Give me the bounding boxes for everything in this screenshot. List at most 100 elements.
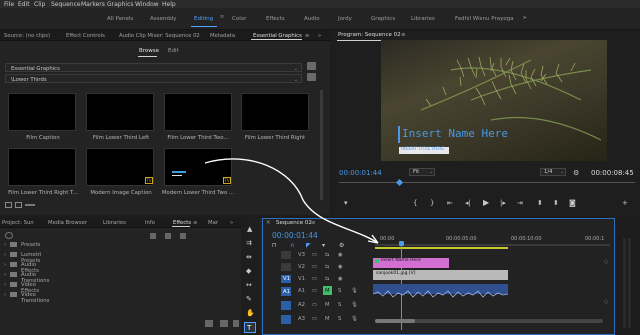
lock-icon[interactable]: ▭: [312, 288, 317, 294]
hand-tool-icon[interactable]: ✋: [246, 310, 255, 317]
mute-button[interactable]: M: [323, 286, 332, 295]
mute-button[interactable]: M: [325, 302, 330, 308]
vertical-scroll-icon[interactable]: ○: [604, 260, 608, 265]
trash-icon[interactable]: [233, 320, 239, 327]
template-thumb-film-lower-third-right[interactable]: [241, 93, 309, 131]
timeline-scrollbar[interactable]: [375, 319, 603, 323]
eg-browse-tab[interactable]: Browse: [139, 48, 159, 55]
timeline-close-icon[interactable]: ✕: [266, 220, 271, 227]
program-video-frame[interactable]: [381, 40, 607, 161]
lift-icon[interactable]: ⬍: [537, 200, 543, 207]
workspace-overflow-button[interactable]: »: [523, 15, 526, 21]
eye-icon[interactable]: ◉: [338, 264, 343, 270]
mark-in-icon[interactable]: {: [413, 200, 417, 207]
time-ruler[interactable]: [375, 244, 610, 246]
workspace-editing[interactable]: Editing: [194, 16, 213, 22]
workspace-menu-icon[interactable]: ≡: [220, 14, 224, 20]
menu-clip[interactable]: Clip: [34, 1, 45, 8]
clip-v1-image[interactable]: sanjook01.jpg [V]: [373, 270, 508, 280]
add-marker-icon[interactable]: ◤: [306, 243, 311, 249]
source-patch-v1[interactable]: V1: [281, 275, 291, 283]
mic-icon[interactable]: 🎙: [351, 316, 358, 322]
32bit-filter-icon[interactable]: [165, 233, 171, 239]
tab-source[interactable]: Source: (no clips): [4, 33, 50, 39]
library-dropdown[interactable]: Essential Graphics ⌄: [5, 63, 302, 72]
step-back-icon[interactable]: ◂|: [465, 200, 471, 207]
menu-file[interactable]: File: [4, 1, 14, 8]
lock-icon[interactable]: ▭: [312, 276, 317, 282]
search-icon[interactable]: [5, 232, 13, 239]
template-thumb-film-caption[interactable]: [8, 93, 76, 131]
marker-icon[interactable]: ▾: [322, 243, 325, 249]
template-thumb-modern-image-caption[interactable]: TV: [86, 148, 154, 186]
sync-lock-icon[interactable]: ⇆: [325, 276, 329, 282]
track-select-tool-icon[interactable]: ⇉: [246, 240, 252, 247]
folder-icon[interactable]: [307, 62, 316, 70]
selection-tool-icon[interactable]: ▲: [247, 226, 252, 233]
camera-icon[interactable]: ◙: [569, 200, 576, 207]
menu-markers[interactable]: Markers: [81, 1, 105, 8]
source-patch-v2[interactable]: [281, 263, 291, 271]
folder-icon[interactable]: [307, 73, 316, 81]
vertical-scroll-icon[interactable]: ○: [604, 300, 608, 305]
go-to-in-icon[interactable]: ⇤: [447, 200, 453, 207]
mic-icon[interactable]: 🎙: [351, 302, 358, 308]
solo-button[interactable]: S: [338, 316, 341, 322]
panel-overflow-icon[interactable]: »: [318, 33, 321, 39]
tab-effect-controls[interactable]: Effect Controls: [66, 33, 105, 39]
pen-tool-icon[interactable]: ✎: [246, 296, 252, 303]
overlay-subtitle-box[interactable]: INSERT TITLE HERE: [399, 147, 449, 154]
list-view-icon[interactable]: [5, 202, 12, 208]
snap-icon[interactable]: ⊓: [272, 243, 277, 249]
mark-out-icon[interactable]: }: [430, 200, 434, 207]
menu-window[interactable]: Window: [135, 1, 159, 8]
play-icon[interactable]: ▶: [483, 199, 489, 207]
eye-icon[interactable]: ◉: [338, 252, 343, 258]
tab-menu-icon[interactable]: ≡: [193, 220, 197, 226]
yuv-filter-icon[interactable]: [180, 233, 186, 239]
tab-libraries[interactable]: Libraries: [103, 220, 126, 226]
workspace-jordy[interactable]: Jordy: [338, 16, 352, 22]
slip-tool-icon[interactable]: ↔: [246, 282, 252, 289]
wrench-icon[interactable]: ⚙: [339, 243, 344, 249]
workspace-graphics[interactable]: Graphics: [371, 16, 395, 22]
eye-icon[interactable]: ◉: [338, 276, 343, 282]
panel-overflow-icon[interactable]: »: [230, 220, 233, 226]
menu-edit[interactable]: Edit: [18, 1, 30, 8]
new-bin-icon[interactable]: [205, 320, 213, 327]
quality-dropdown[interactable]: 1/4 ⌄: [540, 168, 566, 176]
go-to-out-icon[interactable]: ⇥: [517, 200, 523, 207]
source-patch-v3[interactable]: [281, 251, 291, 259]
program-scrub-bar[interactable]: [339, 182, 635, 183]
timeline-timecode[interactable]: 00:00:01:44: [272, 232, 318, 240]
fit-dropdown[interactable]: Fit ⌄: [409, 168, 435, 176]
workspace-fadhil[interactable]: Fadhil Wisnu Prayoga: [455, 16, 514, 22]
tab-markers[interactable]: Mar: [208, 220, 218, 226]
panel-menu-icon[interactable]: ≡: [311, 220, 316, 227]
menu-help[interactable]: Help: [162, 1, 176, 8]
program-monitor-title[interactable]: Program: Sequence 02: [338, 32, 401, 39]
sync-lock-icon[interactable]: ⇆: [325, 264, 329, 270]
lock-icon[interactable]: ▭: [312, 252, 317, 258]
workspace-audio[interactable]: Audio: [304, 16, 320, 22]
clip-v2-title[interactable]: Insert Name Here: [373, 258, 449, 268]
source-patch-a1[interactable]: A1: [281, 287, 291, 296]
panel-menu-icon[interactable]: ≡: [401, 32, 406, 39]
lock-icon[interactable]: ▭: [312, 302, 317, 308]
template-thumb-film-lower-third-left[interactable]: [86, 93, 154, 131]
razor-tool-icon[interactable]: ◆: [246, 268, 251, 275]
eg-scrollbar[interactable]: [320, 90, 323, 200]
tab-info[interactable]: Info: [145, 220, 155, 226]
workspace-effects[interactable]: Effects: [266, 16, 285, 22]
source-patch-a3[interactable]: [281, 315, 291, 324]
overlay-name-text[interactable]: Insert Name Here: [402, 128, 508, 139]
solo-button[interactable]: S: [338, 288, 341, 294]
marker-icon[interactable]: ▾: [344, 200, 348, 207]
tab-metadata[interactable]: Metadata: [210, 33, 235, 39]
lock-icon[interactable]: ▭: [312, 316, 317, 322]
tab-menu-icon[interactable]: ≡: [305, 33, 309, 39]
linked-selection-icon[interactable]: ∩: [290, 243, 294, 249]
zoom-slider[interactable]: [25, 204, 35, 206]
solo-button[interactable]: S: [338, 302, 341, 308]
tab-audio-clip-mixer[interactable]: Audio Clip Mixer: Sequence 02: [119, 33, 200, 39]
